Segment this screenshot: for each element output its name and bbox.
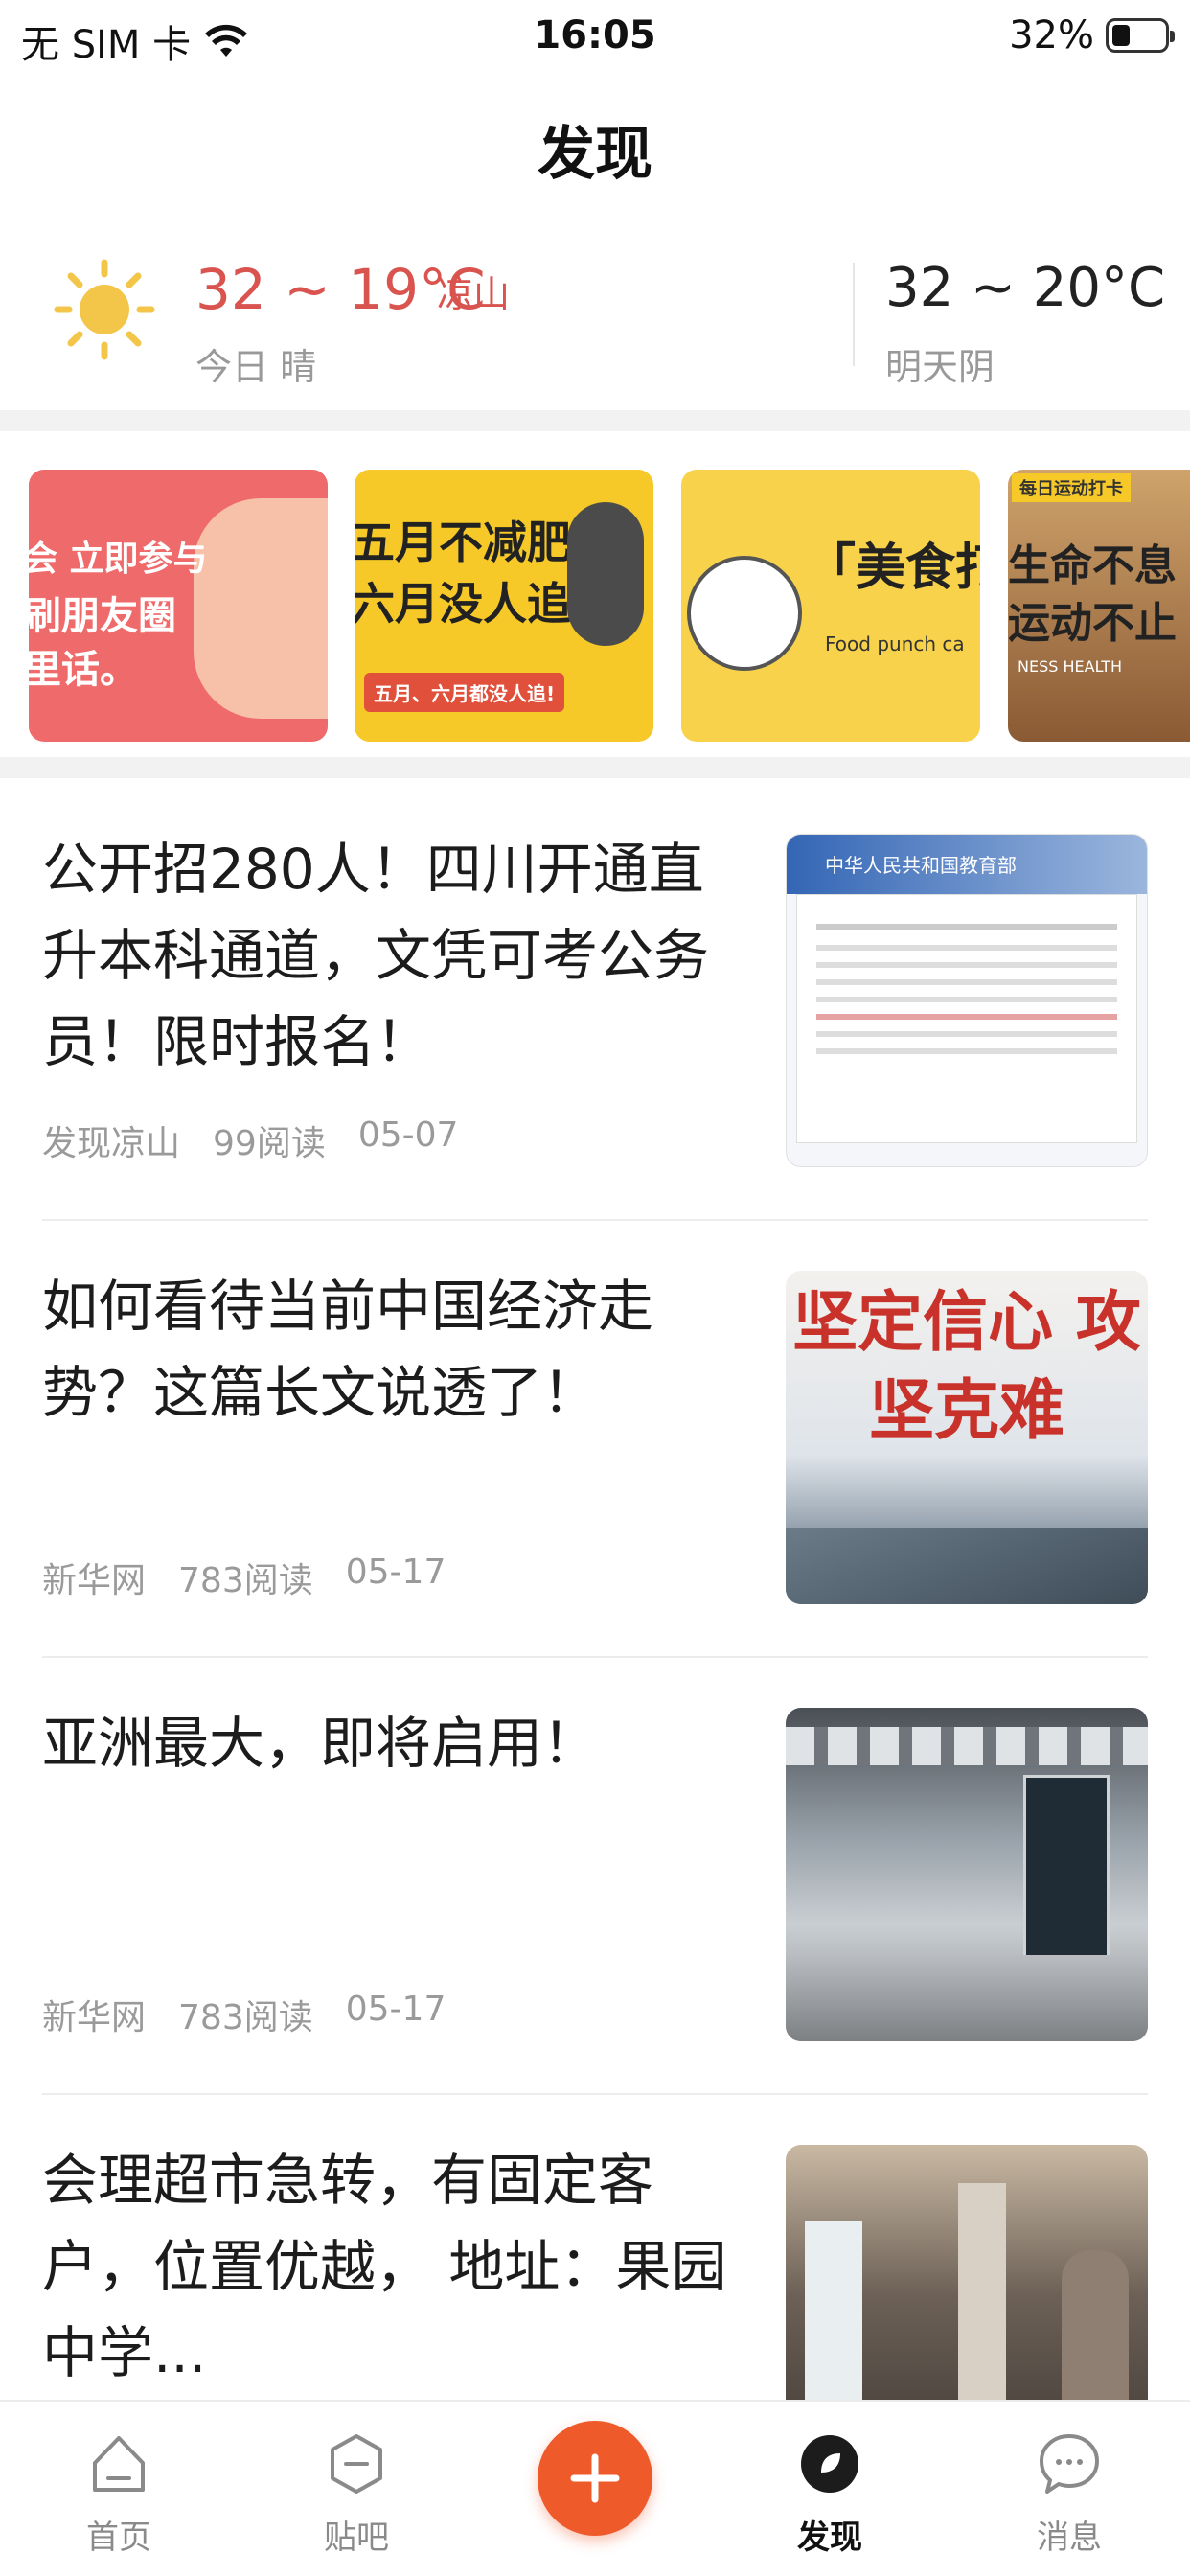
banner-exercise[interactable]: 每日运动打卡 生命不息 运动不止 NESS HEALTH [1008, 470, 1190, 742]
banner-text: 里话。 [29, 648, 138, 692]
article-source: 新华网 [42, 1561, 147, 1600]
banner-illustration [194, 498, 328, 719]
article-source: 发现凉山 [42, 1124, 181, 1163]
tomorrow-temperature: 32 ~ 20°C [885, 257, 1166, 319]
article-date: 05-07 [357, 1116, 459, 1155]
banner-illustration [567, 502, 644, 646]
article-item[interactable]: 如何看待当前中国经济走势？这篇长文说透了！ 新华网 783阅读 05-17 坚定… [42, 1221, 1148, 1658]
article-meta: 发现凉山 99阅读 05-07 [42, 1116, 458, 1165]
banner-text: 每日运动打卡 [1012, 473, 1131, 502]
banner-text: 六月没人追 [355, 578, 571, 630]
status-right: 32% [1009, 13, 1175, 58]
weather-card[interactable]: 32 ~ 19°C 凉山 今日 晴 32 ~ 20°C 明天阴 [0, 238, 1190, 410]
banner-text: 刷朋友圈 [29, 594, 176, 638]
tab-label: 贴吧 [324, 2518, 389, 2557]
article-reads: 99阅读 [213, 1124, 326, 1163]
banner-carousel[interactable]: 会 立即参与 刷朋友圈 里话。 五月不减肥 六月没人追 五月、六月都没人追! 「… [0, 433, 1190, 757]
banner-text: 「美食打 [806, 540, 980, 597]
banner-social[interactable]: 会 立即参与 刷朋友圈 里话。 [29, 470, 328, 742]
article-meta: 新华网 783阅读 05-17 [42, 1552, 446, 1602]
article-item[interactable]: 亚洲最大，即将启用！ 新华网 783阅读 05-17 [42, 1658, 1148, 2095]
fridge-shape [805, 2221, 862, 2413]
tab-label: 发现 [797, 2518, 862, 2557]
article-date: 05-17 [345, 1990, 446, 2029]
forum-icon [331, 2434, 382, 2494]
bottom-tab-bar: 首页 贴吧 发现 消息 [0, 2400, 1190, 2576]
article-title: 如何看待当前中国经济走势？这篇长文说透了！ [42, 1274, 654, 1425]
document-preview [796, 894, 1137, 1143]
banner-text: 五月不减肥 [355, 517, 571, 568]
mountain-shape [786, 1528, 1148, 1604]
sun-icon [54, 259, 155, 360]
tab-discover[interactable]: 发现 [753, 2430, 906, 2558]
create-post-button[interactable] [538, 2421, 652, 2536]
tab-messages[interactable]: 消息 [993, 2430, 1146, 2558]
article-thumbnail [786, 1708, 1148, 2041]
home-icon [93, 2436, 145, 2492]
article-title: 公开招280人！四川开通直升本科通道，文凭可考公务员！限时报名！ [42, 837, 710, 1074]
banner-text: 五月、六月都没人追! [364, 673, 565, 712]
banner-fitness-promo[interactable]: 五月不减肥 六月没人追 五月、六月都没人追! [355, 470, 653, 742]
article-source: 新华网 [42, 1998, 147, 2037]
banner-text: Food punch ca [825, 632, 965, 656]
plus-icon [570, 2453, 620, 2503]
article-reads: 783阅读 [178, 1561, 313, 1600]
battery-percent: 32% [1009, 13, 1094, 58]
tab-home[interactable]: 首页 [42, 2430, 195, 2558]
banner-text: 运动不止 [1008, 599, 1177, 648]
article-title: 会理超市急转，有固定客户，位置优越， 地址：果园中学... [42, 2148, 727, 2385]
battery-icon [1106, 18, 1175, 53]
thumbnail-header: 中华人民共和国教育部 [787, 835, 1147, 894]
article-item[interactable]: 公开招280人！四川开通直升本科通道，文凭可考公务员！限时报名！ 发现凉山 99… [42, 784, 1148, 1221]
banner-illustration [687, 556, 802, 671]
banner-text: 会 立即参与 [29, 540, 208, 579]
city-label: 凉山 [437, 273, 511, 315]
floor-shape [786, 1955, 1148, 2041]
article-thumbnail: 中华人民共和国教育部 [786, 834, 1148, 1167]
banner-food[interactable]: 「美食打 Food punch ca [681, 470, 980, 742]
tab-label: 消息 [1037, 2518, 1102, 2557]
status-bar: 无 SIM 卡 16:05 32% [0, 0, 1190, 73]
thumbnail-caption: 坚定信心 攻坚克难 [792, 1284, 1141, 1449]
discover-icon [801, 2435, 858, 2493]
today-description: 今日 晴 [195, 346, 317, 388]
banner-text: 生命不息 [1008, 541, 1177, 590]
message-icon [1040, 2434, 1099, 2494]
article-reads: 783阅读 [178, 1998, 313, 2037]
page-title: 发现 [538, 121, 652, 188]
tab-forum[interactable]: 贴吧 [280, 2430, 433, 2558]
tomorrow-description: 明天阴 [885, 346, 995, 388]
section-divider [0, 410, 1190, 431]
article-title: 亚洲最大，即将启用！ [42, 1711, 599, 1776]
pillar-shape [958, 2183, 1006, 2432]
banner-text: NESS HEALTH [1018, 657, 1123, 676]
article-date: 05-17 [345, 1552, 446, 1592]
tab-label: 首页 [86, 2518, 151, 2557]
article-meta: 新华网 783阅读 05-17 [42, 1990, 446, 2039]
section-divider [0, 757, 1190, 778]
weather-divider [853, 263, 855, 366]
ceiling-lights [786, 1727, 1148, 1765]
article-thumbnail: 坚定信心 攻坚克难 [786, 1271, 1148, 1604]
